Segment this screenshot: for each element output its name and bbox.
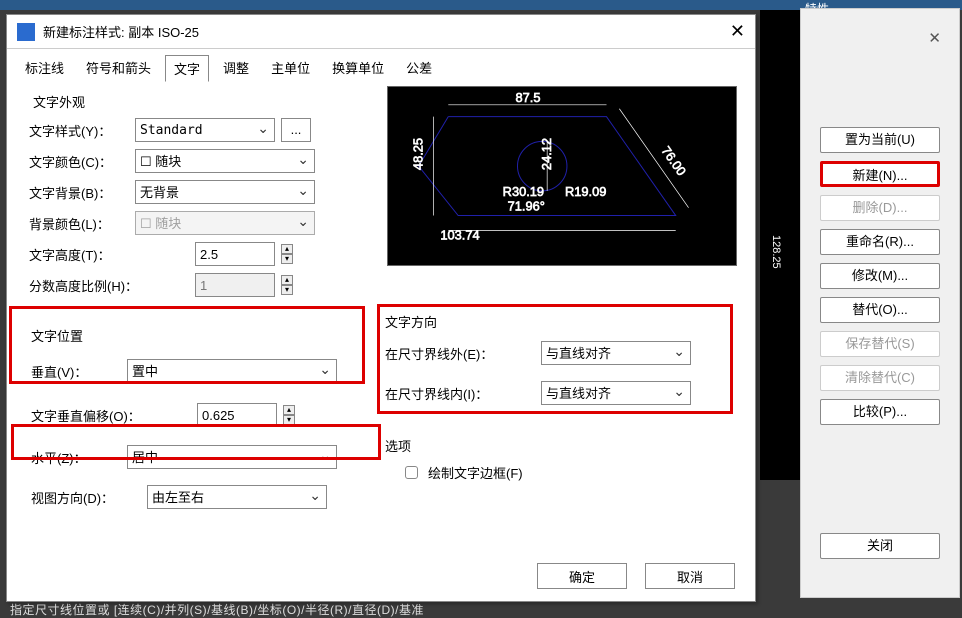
ext-out-select[interactable]: 与直线对齐 <box>541 341 691 365</box>
vertical-select[interactable]: 置中 <box>127 359 337 383</box>
viewdir-select[interactable]: 由左至右 <box>147 485 327 509</box>
dialog-button-row: 确定 取消 <box>537 563 735 589</box>
clear-override-button: 清除替代(C) <box>820 365 940 391</box>
text-color-select[interactable]: ☐ 随块 <box>135 149 315 173</box>
dim-style-manager-buttons: ✕ 置为当前(U) 新建(N)... 删除(D)... 重命名(R)... 修改… <box>800 8 960 598</box>
text-bg-select[interactable]: 无背景 <box>135 180 315 204</box>
override-button[interactable]: 替代(O)... <box>820 297 940 323</box>
dimension-preview: 87.5 48.25 24.12 76.00 R30.19 R19.09 71.… <box>387 86 737 266</box>
text-height-input[interactable] <box>195 242 275 266</box>
bg-color-label: 背景颜色(L)： <box>29 214 129 233</box>
rename-button[interactable]: 重命名(R)... <box>820 229 940 255</box>
text-height-spinner[interactable]: ▴▾ <box>281 244 293 264</box>
vertical-offset-spinner[interactable]: ▴▾ <box>283 405 295 425</box>
ext-in-select[interactable]: 与直线对齐 <box>541 381 691 405</box>
svg-text:R30.19: R30.19 <box>503 184 544 199</box>
new-button[interactable]: 新建(N)... <box>820 161 940 187</box>
text-direction-group: 文字方向 在尺寸界线外(E)： 与直线对齐 在尺寸界线内(I)： 与直线对齐 <box>385 312 737 412</box>
options-group: 选项 绘制文字边框(F) <box>385 436 737 489</box>
vertical-offset-input[interactable] <box>197 403 277 427</box>
text-position-group: 文字位置 垂直(V)： 置中 文字垂直偏移(O)： ▴▾ 水平(Z)： 居中 视… <box>19 322 379 516</box>
ext-in-label: 在尺寸界线内(I)： <box>385 384 535 403</box>
set-current-button[interactable]: 置为当前(U) <box>820 127 940 153</box>
app-icon <box>17 23 35 41</box>
svg-text:R19.09: R19.09 <box>565 184 606 199</box>
new-dim-style-dialog: 新建标注样式: 副本 ISO-25 ✕ 标注线 符号和箭头 文字 调整 主单位 … <box>6 14 756 602</box>
modify-button[interactable]: 修改(M)... <box>820 263 940 289</box>
text-color-label: 文字颜色(C)： <box>29 152 129 171</box>
tab-primary-units[interactable]: 主单位 <box>263 55 318 82</box>
svg-text:87.5: 87.5 <box>516 90 541 105</box>
tab-bar: 标注线 符号和箭头 文字 调整 主单位 换算单位 公差 <box>7 49 755 82</box>
bg-color-select: ☐ 随块 <box>135 211 315 235</box>
group-title-appearance: 文字外观 <box>29 92 369 111</box>
dialog-body: 87.5 48.25 24.12 76.00 R30.19 R19.09 71.… <box>7 82 755 572</box>
vertical-offset-label: 文字垂直偏移(O)： <box>31 406 191 425</box>
close-icon[interactable]: ✕ <box>928 29 941 47</box>
text-height-label: 文字高度(T)： <box>29 245 189 264</box>
dialog-close-icon[interactable]: ✕ <box>730 21 745 42</box>
tab-alt-units[interactable]: 换算单位 <box>324 55 392 82</box>
group-title-position: 文字位置 <box>31 326 377 345</box>
tab-fit[interactable]: 调整 <box>215 55 257 82</box>
horizontal-label: 水平(Z)： <box>31 448 121 467</box>
drawing-dimension-text: 128.25 <box>770 235 782 269</box>
viewdir-label: 视图方向(D)： <box>31 488 141 507</box>
group-title-options: 选项 <box>385 436 737 455</box>
text-appearance-group: 文字外观 文字样式(Y)： Standard ... 文字颜色(C)： ☐ 随块… <box>19 84 379 312</box>
svg-text:24.12: 24.12 <box>539 138 554 170</box>
tab-dim-line[interactable]: 标注线 <box>17 55 72 82</box>
tab-tolerance[interactable]: 公差 <box>398 55 440 82</box>
ext-out-label: 在尺寸界线外(E)： <box>385 344 535 363</box>
text-bg-label: 文字背景(B)： <box>29 183 129 202</box>
draw-border-label: 绘制文字边框(F) <box>428 463 523 482</box>
dialog-titlebar: 新建标注样式: 副本 ISO-25 ✕ <box>7 15 755 49</box>
svg-text:76.00: 76.00 <box>658 143 689 178</box>
text-style-select[interactable]: Standard <box>135 118 275 142</box>
text-style-label: 文字样式(Y)： <box>29 121 129 140</box>
fraction-height-label: 分数高度比例(H)： <box>29 276 189 295</box>
fraction-height-spinner: ▴▾ <box>281 275 293 295</box>
save-override-button: 保存替代(S) <box>820 331 940 357</box>
vertical-label: 垂直(V)： <box>31 362 121 381</box>
horizontal-select[interactable]: 居中 <box>127 445 337 469</box>
group-title-direction: 文字方向 <box>385 312 737 331</box>
svg-text:48.25: 48.25 <box>411 138 426 170</box>
tab-text[interactable]: 文字 <box>165 55 209 82</box>
cancel-button[interactable]: 取消 <box>645 563 735 589</box>
text-style-more-button[interactable]: ... <box>281 118 311 142</box>
close-button[interactable]: 关闭 <box>820 533 940 559</box>
delete-button: 删除(D)... <box>820 195 940 221</box>
dialog-title-text: 新建标注样式: 副本 ISO-25 <box>43 22 199 41</box>
draw-border-checkbox[interactable] <box>405 466 418 479</box>
tab-symbols-arrows[interactable]: 符号和箭头 <box>78 55 159 82</box>
svg-text:103.74: 103.74 <box>440 227 479 242</box>
ok-button[interactable]: 确定 <box>537 563 627 589</box>
fraction-height-input <box>195 273 275 297</box>
compare-button[interactable]: 比较(P)... <box>820 399 940 425</box>
svg-text:71.96°: 71.96° <box>508 199 545 214</box>
command-line-text: 指定尺寸线位置或 [连续(C)/并列(S)/基线(B)/坐标(O)/半径(R)/… <box>10 601 424 618</box>
